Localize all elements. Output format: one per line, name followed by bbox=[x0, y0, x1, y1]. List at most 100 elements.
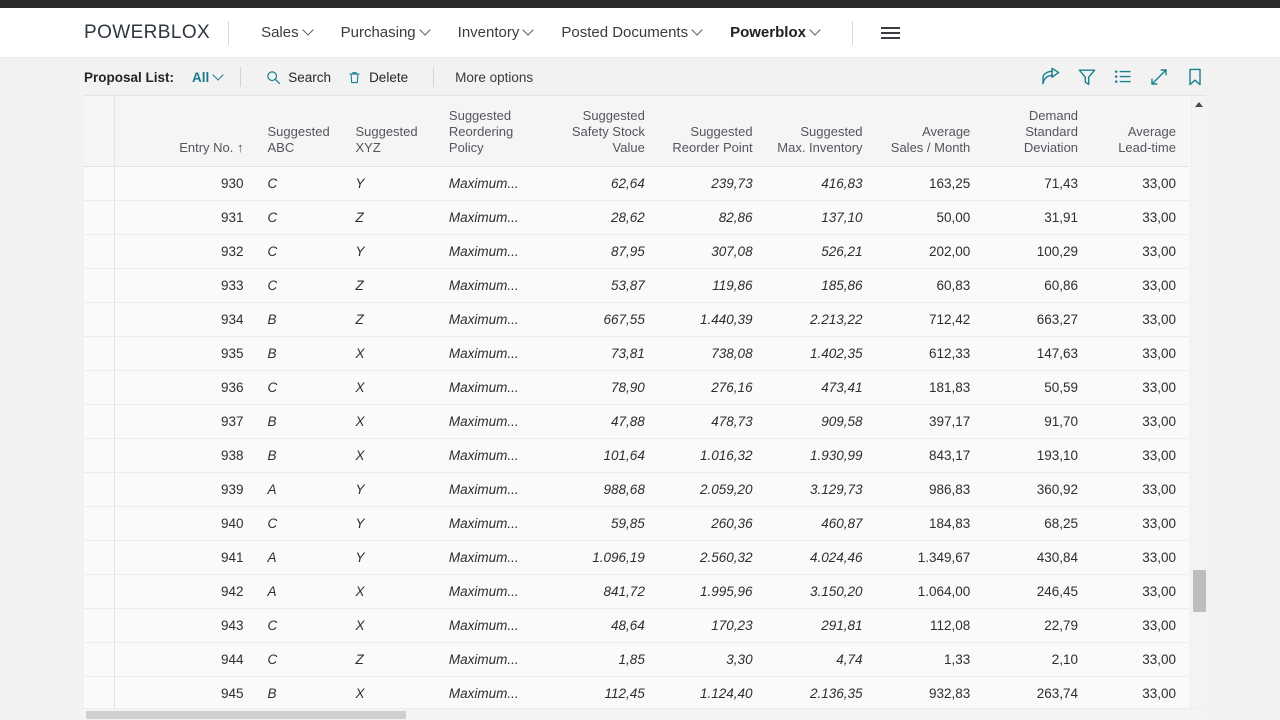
proposal-list-filter-dropdown[interactable]: All bbox=[192, 70, 223, 85]
row-selector-cell[interactable] bbox=[84, 540, 116, 575]
command-divider-2 bbox=[433, 67, 435, 87]
cell-maxinv: 1.402,35 bbox=[764, 336, 875, 371]
table-row[interactable]: 940 C Y Maximum... 59,85 260,36 460,87 184,83 68… bbox=[84, 506, 1188, 541]
row-selector-cell[interactable] bbox=[84, 234, 116, 269]
table-row[interactable]: 944 C Z Maximum... 1,85 3,30 4,74 1,33 2,10 33,00 bbox=[84, 642, 1188, 677]
cell-lead: 33,00 bbox=[1090, 200, 1188, 235]
cell-entry[interactable]: 943 bbox=[114, 608, 256, 643]
cell-maxinv: 3.150,20 bbox=[764, 574, 875, 609]
horizontal-scrollbar[interactable] bbox=[84, 708, 1206, 720]
share-icon[interactable] bbox=[1040, 66, 1062, 88]
table-row[interactable]: 938 B X Maximum... 101,64 1.016,32 1.930,99 843… bbox=[84, 438, 1188, 473]
cell-abc: A bbox=[255, 574, 344, 609]
table-row[interactable]: 931 C Z Maximum... 28,62 82,86 137,10 50,00 31,9… bbox=[84, 200, 1188, 235]
bookmark-icon[interactable] bbox=[1184, 66, 1206, 88]
scroll-up-arrow-icon[interactable] bbox=[1191, 96, 1206, 113]
column-header-average-sales-month[interactable]: Average Sales / Month bbox=[874, 96, 983, 167]
row-selector-cell[interactable] bbox=[84, 676, 116, 711]
cell-abc: B bbox=[255, 438, 344, 473]
cell-dsd: 100,29 bbox=[982, 234, 1091, 269]
cell-entry[interactable]: 944 bbox=[114, 642, 256, 677]
vertical-scrollbar[interactable] bbox=[1190, 96, 1206, 720]
table-row[interactable]: 942 A X Maximum... 841,72 1.995,96 3.150,20 1.0… bbox=[84, 574, 1188, 609]
cell-entry[interactable]: 939 bbox=[114, 472, 256, 507]
column-header-suggested-safety-stock-value[interactable]: Suggested Safety Stock Value bbox=[546, 96, 657, 167]
cell-entry[interactable]: 930 bbox=[114, 166, 256, 201]
row-selector-cell[interactable] bbox=[84, 608, 116, 643]
table-row[interactable]: 945 B X Maximum... 112,45 1.124,40 2.136,35 932… bbox=[84, 676, 1188, 711]
nav-item-label: Sales bbox=[261, 24, 299, 41]
nav-item-posted-documents[interactable]: Posted Documents bbox=[547, 18, 716, 47]
cell-abc: A bbox=[255, 540, 344, 575]
cell-reorder: 3,30 bbox=[656, 642, 765, 677]
more-options-button[interactable]: More options bbox=[451, 65, 537, 90]
cell-policy: Maximum... bbox=[436, 200, 547, 235]
row-selector-cell[interactable] bbox=[84, 506, 116, 541]
search-button[interactable]: Search bbox=[258, 65, 339, 90]
filter-icon[interactable] bbox=[1076, 66, 1098, 88]
column-header-suggested-max-inventory[interactable]: Suggested Max. Inventory bbox=[764, 96, 875, 167]
cell-entry[interactable]: 938 bbox=[114, 438, 256, 473]
column-header-suggested-xyz[interactable]: Suggested XYZ bbox=[343, 96, 437, 167]
delete-button[interactable]: Delete bbox=[339, 65, 416, 90]
cell-entry[interactable]: 945 bbox=[114, 676, 256, 711]
column-header-suggested-abc[interactable]: Suggested ABC bbox=[255, 96, 344, 167]
row-selector-cell[interactable] bbox=[84, 574, 116, 609]
cell-entry[interactable]: 941 bbox=[114, 540, 256, 575]
row-selector-cell[interactable] bbox=[84, 370, 116, 405]
table-row[interactable]: 930 C Y Maximum... 62,64 239,73 416,83 163,25 71… bbox=[84, 166, 1188, 201]
table-row[interactable]: 939 A Y Maximum... 988,68 2.059,20 3.129,73 986… bbox=[84, 472, 1188, 507]
expand-icon[interactable] bbox=[1148, 66, 1170, 88]
row-selector-cell[interactable] bbox=[84, 336, 116, 371]
cell-policy: Maximum... bbox=[436, 166, 547, 201]
table-row[interactable]: 943 C X Maximum... 48,64 170,23 291,81 112,08 22… bbox=[84, 608, 1188, 643]
table-row[interactable]: 941 A Y Maximum... 1.096,19 2.560,32 4.024,46 1… bbox=[84, 540, 1188, 575]
cell-entry[interactable]: 940 bbox=[114, 506, 256, 541]
column-header-entry-no[interactable]: Entry No. ↑ bbox=[114, 96, 256, 167]
column-header-average-lead-time[interactable]: Average Lead-time bbox=[1090, 96, 1188, 167]
nav-item-powerblox[interactable]: Powerblox bbox=[716, 18, 834, 47]
hamburger-icon[interactable] bbox=[871, 19, 910, 47]
list-icon[interactable] bbox=[1112, 66, 1134, 88]
row-selector-cell[interactable] bbox=[84, 200, 116, 235]
cell-xyz: X bbox=[343, 370, 437, 405]
horizontal-scrollbar-thumb[interactable] bbox=[86, 711, 406, 719]
column-header-suggested-reordering-policy[interactable]: Suggested Reordering Policy bbox=[436, 96, 547, 167]
row-selector-cell[interactable] bbox=[84, 166, 116, 201]
row-selector-cell[interactable] bbox=[84, 302, 116, 337]
cell-policy: Maximum... bbox=[436, 404, 547, 439]
table-row[interactable]: 933 C Z Maximum... 53,87 119,86 185,86 60,83 60,… bbox=[84, 268, 1188, 303]
cell-entry[interactable]: 932 bbox=[114, 234, 256, 269]
cell-maxinv: 473,41 bbox=[764, 370, 875, 405]
nav-item-inventory[interactable]: Inventory bbox=[444, 18, 548, 47]
cell-entry[interactable]: 934 bbox=[114, 302, 256, 337]
cell-entry[interactable]: 935 bbox=[114, 336, 256, 371]
row-selector-cell[interactable] bbox=[84, 472, 116, 507]
column-header-selector bbox=[84, 96, 116, 167]
chevron-down-icon bbox=[304, 26, 313, 35]
table-row[interactable]: 934 B Z Maximum... 667,55 1.440,39 2.213,22 712… bbox=[84, 302, 1188, 337]
column-header-demand-standard-deviation[interactable]: Demand Standard Deviation bbox=[982, 96, 1091, 167]
nav-item-label: Posted Documents bbox=[561, 24, 689, 41]
nav-item-sales[interactable]: Sales bbox=[247, 18, 327, 47]
vertical-scrollbar-thumb[interactable] bbox=[1193, 570, 1206, 612]
nav-item-purchasing[interactable]: Purchasing bbox=[327, 18, 444, 47]
cell-entry[interactable]: 942 bbox=[114, 574, 256, 609]
table-row[interactable]: 932 C Y Maximum... 87,95 307,08 526,21 202,00 10… bbox=[84, 234, 1188, 269]
cell-entry[interactable]: 936 bbox=[114, 370, 256, 405]
cell-avgsales: 712,42 bbox=[874, 302, 983, 337]
cell-maxinv: 1.930,99 bbox=[764, 438, 875, 473]
cell-entry[interactable]: 933 bbox=[114, 268, 256, 303]
cell-entry[interactable]: 931 bbox=[114, 200, 256, 235]
row-selector-cell[interactable] bbox=[84, 404, 116, 439]
cell-reorder: 1.124,40 bbox=[656, 676, 765, 711]
row-selector-cell[interactable] bbox=[84, 438, 116, 473]
table-row[interactable]: 937 B X Maximum... 47,88 478,73 909,58 397,17 91… bbox=[84, 404, 1188, 439]
row-selector-cell[interactable] bbox=[84, 642, 116, 677]
table-row[interactable]: 936 C X Maximum... 78,90 276,16 473,41 181,83 50… bbox=[84, 370, 1188, 405]
cell-entry[interactable]: 937 bbox=[114, 404, 256, 439]
row-selector-cell[interactable] bbox=[84, 268, 116, 303]
table-row[interactable]: 935 B X Maximum... 73,81 738,08 1.402,35 612,33… bbox=[84, 336, 1188, 371]
column-header-suggested-reorder-point[interactable]: Suggested Reorder Point bbox=[656, 96, 765, 167]
cell-avgsales: 1.064,00 bbox=[874, 574, 983, 609]
